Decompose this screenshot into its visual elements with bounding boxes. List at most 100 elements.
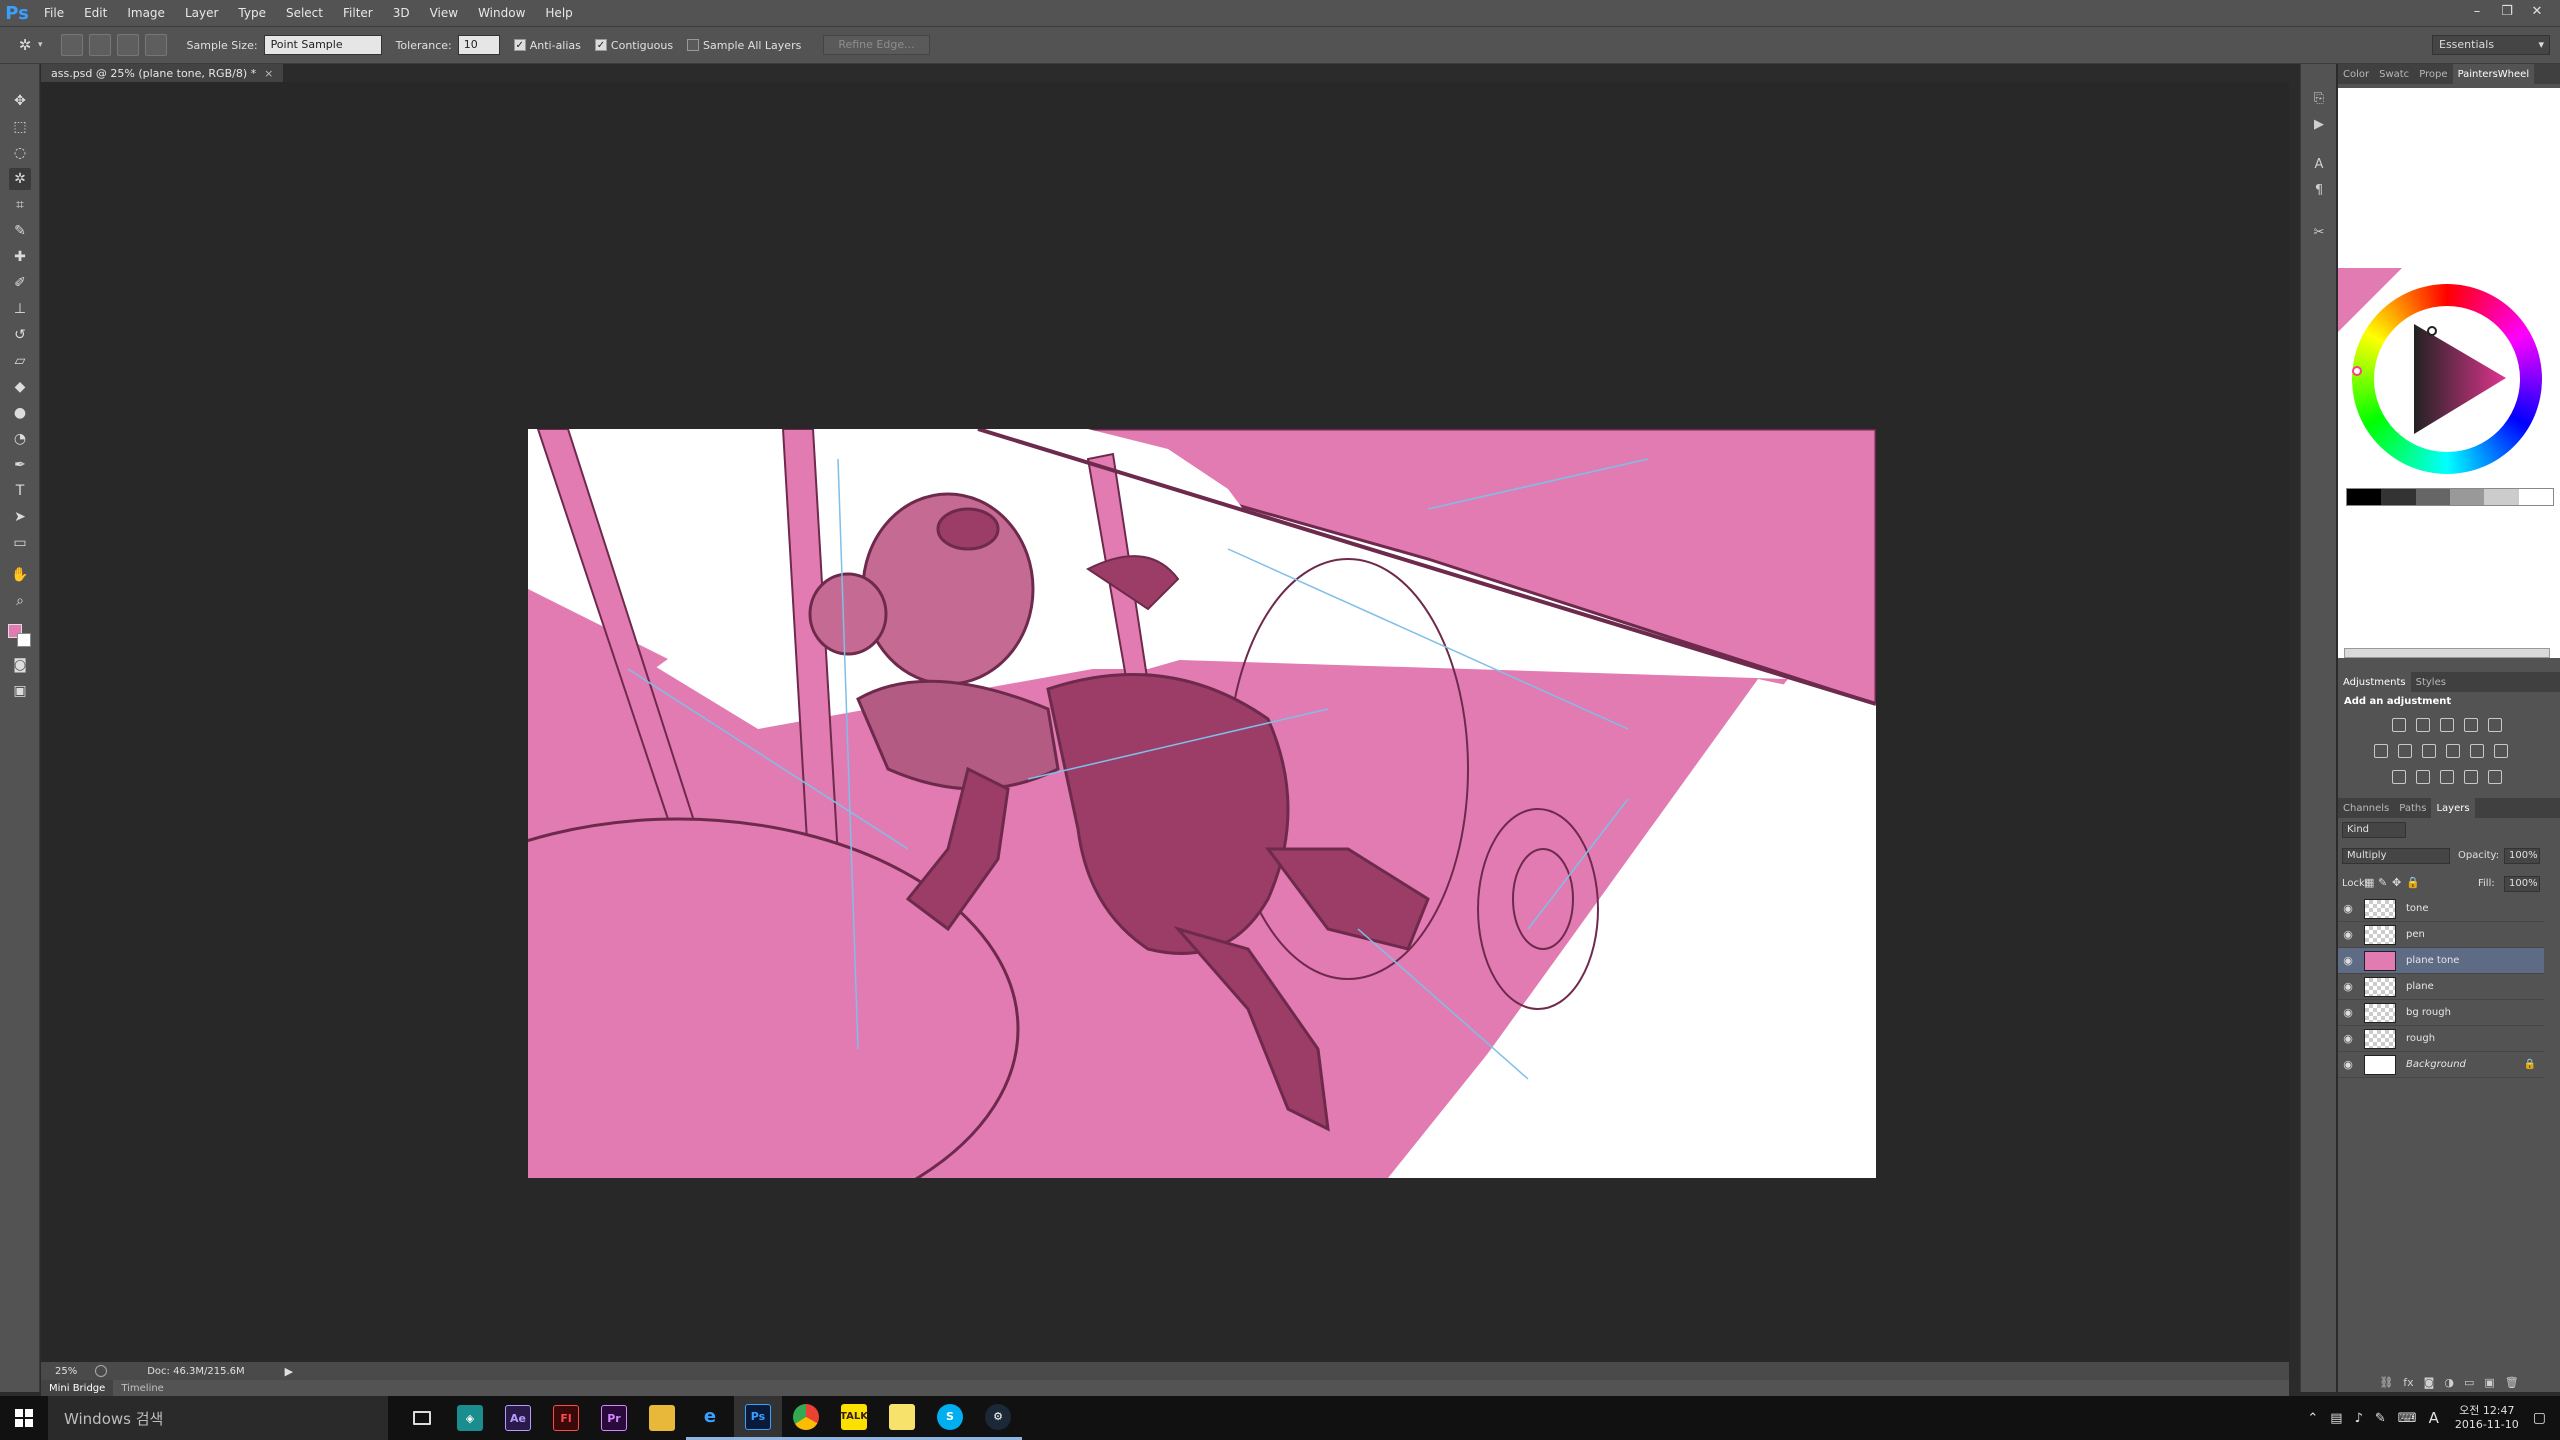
ime-indicator[interactable]: A bbox=[2429, 1409, 2439, 1427]
steam-icon[interactable]: ⚙ bbox=[974, 1396, 1022, 1440]
task-view-icon[interactable] bbox=[398, 1396, 446, 1440]
move-tool-icon[interactable]: ✥ bbox=[9, 90, 31, 112]
hue-picker-handle[interactable] bbox=[2352, 366, 2362, 376]
menu-view[interactable]: View bbox=[420, 6, 468, 20]
healing-brush-tool-icon[interactable]: ✚ bbox=[9, 246, 31, 268]
sample-size-select[interactable]: Point Sample bbox=[263, 35, 382, 55]
type-tool-icon[interactable]: T bbox=[9, 480, 31, 502]
clock[interactable]: 오전 12:47 2016-11-10 bbox=[2455, 1404, 2519, 1432]
new-adjustment-icon[interactable]: ◑ bbox=[2444, 1376, 2454, 1389]
horizontal-scrollbar[interactable] bbox=[2344, 648, 2550, 658]
opacity-input[interactable]: 100% bbox=[2504, 848, 2540, 864]
tab-paths[interactable]: Paths bbox=[2394, 798, 2431, 818]
new-layer-icon[interactable]: ▣ bbox=[2484, 1376, 2494, 1389]
quick-mask-icon[interactable]: ◙ bbox=[9, 654, 31, 676]
channel-mixer-icon[interactable] bbox=[2470, 744, 2484, 758]
intersect-selection-icon[interactable] bbox=[144, 34, 167, 56]
menu-edit[interactable]: Edit bbox=[74, 6, 117, 20]
eye-icon[interactable]: ◉ bbox=[2338, 1006, 2358, 1019]
lock-paint-icon[interactable]: ✎ bbox=[2378, 876, 2387, 889]
flash-icon[interactable]: Fl bbox=[542, 1396, 590, 1440]
blur-tool-icon[interactable]: ● bbox=[9, 402, 31, 424]
marquee-tool-icon[interactable]: ⬚ bbox=[9, 116, 31, 138]
sticky-notes-icon[interactable] bbox=[878, 1396, 926, 1440]
contiguous-checkbox[interactable]: ✓ bbox=[594, 39, 607, 51]
menu-help[interactable]: Help bbox=[535, 6, 582, 20]
tolerance-input[interactable]: 10 bbox=[457, 35, 500, 55]
tab-properties[interactable]: Prope bbox=[2414, 64, 2452, 84]
restore-button[interactable]: ❐ bbox=[2492, 0, 2522, 22]
chrome-icon[interactable] bbox=[782, 1396, 830, 1440]
tab-swatches[interactable]: Swatc bbox=[2374, 64, 2414, 84]
eye-icon[interactable]: ◉ bbox=[2338, 954, 2358, 967]
volume-icon[interactable]: ♪ bbox=[2355, 1411, 2363, 1426]
subtract-selection-icon[interactable] bbox=[116, 34, 139, 56]
menu-window[interactable]: Window bbox=[468, 6, 535, 20]
tab-timeline[interactable]: Timeline bbox=[113, 1383, 172, 1394]
refine-edge-button[interactable]: Refine Edge... bbox=[823, 35, 930, 55]
windows-search-box[interactable]: Windows 검색 bbox=[48, 1396, 388, 1440]
vibrance-icon[interactable] bbox=[2488, 718, 2502, 732]
file-explorer-icon[interactable] bbox=[638, 1396, 686, 1440]
eyedropper-tool-icon[interactable]: ✎ bbox=[9, 220, 31, 242]
internet-explorer-icon[interactable]: e bbox=[686, 1396, 734, 1440]
rectangle-tool-icon[interactable]: ▭ bbox=[9, 532, 31, 554]
photoshop-icon[interactable]: Ps bbox=[734, 1396, 782, 1440]
invert-icon[interactable] bbox=[2392, 770, 2406, 784]
color-picker-handle[interactable] bbox=[2427, 326, 2437, 336]
eye-icon[interactable]: ◉ bbox=[2338, 928, 2358, 941]
gradient-map-icon[interactable] bbox=[2464, 770, 2478, 784]
notifications-icon[interactable]: ▢ bbox=[2533, 1410, 2546, 1426]
screen-mode-icon[interactable]: ▣ bbox=[9, 680, 31, 702]
tab-channels[interactable]: Channels bbox=[2338, 798, 2394, 818]
pen-tool-icon[interactable]: ✒ bbox=[9, 454, 31, 476]
layer-row[interactable]: ◉ Background 🔒 bbox=[2338, 1052, 2544, 1078]
after-effects-icon[interactable]: Ae bbox=[494, 1396, 542, 1440]
menu-select[interactable]: Select bbox=[276, 6, 333, 20]
maps-icon[interactable]: ◈ bbox=[446, 1396, 494, 1440]
tray-expand-icon[interactable]: ⌃ bbox=[2307, 1411, 2318, 1426]
tool-presets-icon[interactable]: ✂ bbox=[2309, 222, 2329, 242]
lock-pixels-icon[interactable]: ▦ bbox=[2364, 876, 2374, 889]
layer-row[interactable]: ◉ plane bbox=[2338, 974, 2544, 1000]
add-mask-icon[interactable]: ◙ bbox=[2424, 1376, 2435, 1389]
color-lookup-icon[interactable] bbox=[2494, 744, 2508, 758]
background-color-swatch[interactable] bbox=[17, 633, 31, 647]
paint-bucket-tool-icon[interactable]: ◆ bbox=[9, 376, 31, 398]
close-button[interactable]: ✕ bbox=[2522, 0, 2552, 22]
lock-position-icon[interactable]: ✥ bbox=[2392, 876, 2401, 889]
menu-type[interactable]: Type bbox=[228, 6, 276, 20]
menu-3d[interactable]: 3D bbox=[383, 6, 420, 20]
black-white-icon[interactable] bbox=[2422, 744, 2436, 758]
filter-kind-select[interactable]: Kind bbox=[2342, 822, 2406, 838]
layer-row[interactable]: ◉ pen bbox=[2338, 922, 2544, 948]
new-group-icon[interactable]: ▭ bbox=[2464, 1376, 2474, 1389]
saturation-triangle[interactable] bbox=[2374, 306, 2520, 452]
chevron-down-icon[interactable]: ▾ bbox=[38, 40, 43, 50]
threshold-icon[interactable] bbox=[2440, 770, 2454, 784]
close-tab-icon[interactable]: × bbox=[264, 67, 273, 80]
menu-layer[interactable]: Layer bbox=[175, 6, 228, 20]
artwork-canvas[interactable] bbox=[528, 429, 1876, 1178]
history-brush-tool-icon[interactable]: ↺ bbox=[9, 324, 31, 346]
eye-icon[interactable]: ◉ bbox=[2338, 1058, 2358, 1071]
premiere-icon[interactable]: Pr bbox=[590, 1396, 638, 1440]
skype-icon[interactable]: S bbox=[926, 1396, 974, 1440]
antialias-checkbox[interactable]: ✓ bbox=[513, 39, 526, 51]
zoom-tool-icon[interactable]: ⌕ bbox=[9, 590, 31, 612]
document-tab[interactable]: ass.psd @ 25% (plane tone, RGB/8) * × bbox=[41, 64, 284, 82]
magic-wand-tool-icon[interactable]: ✲ bbox=[9, 168, 31, 190]
tab-mini-bridge[interactable]: Mini Bridge bbox=[41, 1380, 114, 1396]
layer-row[interactable]: ◉ tone bbox=[2338, 896, 2544, 922]
layer-row[interactable]: ◉ rough bbox=[2338, 1026, 2544, 1052]
add-to-selection-icon[interactable] bbox=[88, 34, 111, 56]
delete-layer-icon[interactable]: 🗑 bbox=[2505, 1376, 2519, 1389]
workspace-select[interactable]: Essentials ▾ bbox=[2432, 35, 2550, 55]
sample-all-layers-checkbox[interactable] bbox=[687, 39, 700, 51]
eye-icon[interactable]: ◉ bbox=[2338, 1032, 2358, 1045]
exposure-icon[interactable] bbox=[2464, 718, 2478, 732]
layer-row-selected[interactable]: ◉ plane tone bbox=[2338, 948, 2544, 974]
menu-filter[interactable]: Filter bbox=[333, 6, 383, 20]
tab-color[interactable]: Color bbox=[2338, 64, 2374, 84]
layer-row[interactable]: ◉ bg rough bbox=[2338, 1000, 2544, 1026]
